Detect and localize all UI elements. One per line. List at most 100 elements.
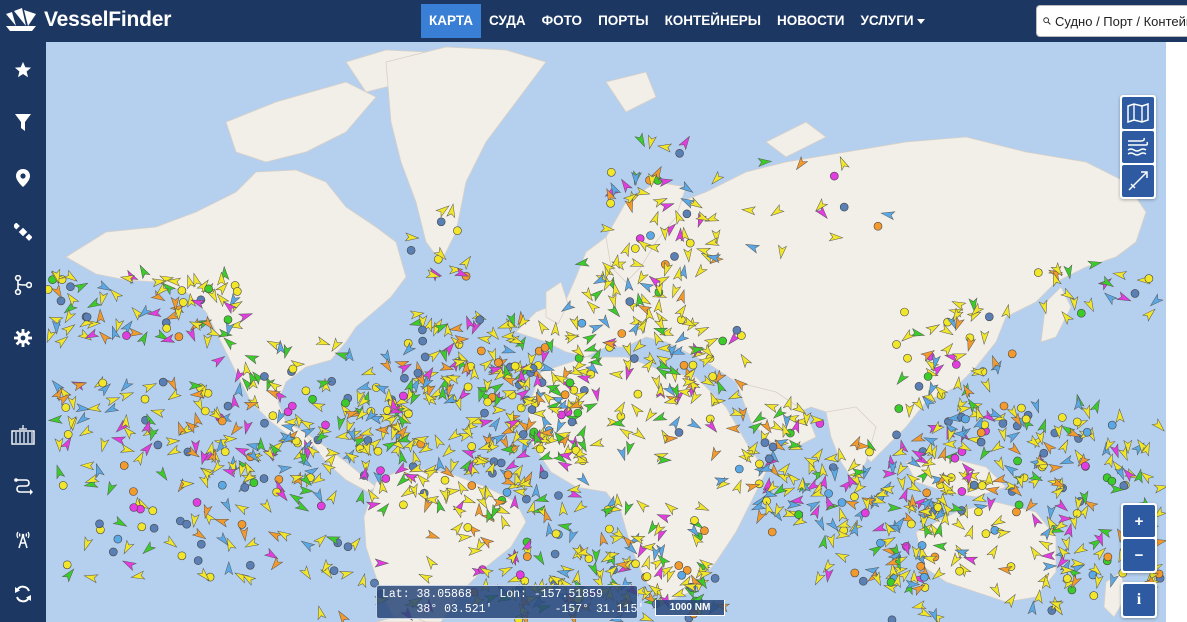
moored-vessel-marker[interactable] [503, 470, 513, 480]
moored-vessel-marker[interactable] [475, 315, 485, 325]
moored-vessel-marker[interactable] [1007, 349, 1017, 359]
moored-vessel-marker[interactable] [220, 447, 230, 457]
moored-vessel-marker[interactable] [440, 475, 450, 485]
moored-vessel-marker[interactable] [483, 397, 493, 407]
moored-vessel-marker[interactable] [1130, 289, 1140, 298]
moored-vessel-marker[interactable] [969, 480, 979, 490]
moored-vessel-marker[interactable] [951, 360, 961, 369]
moored-vessel-marker[interactable] [1063, 574, 1072, 583]
vessel-marker[interactable] [1148, 293, 1164, 309]
moored-vessel-marker[interactable] [894, 404, 904, 413]
vessel-marker[interactable] [1072, 542, 1089, 556]
moored-vessel-marker[interactable] [1013, 456, 1022, 466]
moored-vessel-marker[interactable] [237, 520, 247, 529]
moored-vessel-marker[interactable] [557, 410, 566, 420]
vessel-marker[interactable] [75, 403, 91, 414]
world-map[interactable] [46, 42, 1166, 622]
vessel-marker[interactable] [86, 297, 102, 311]
vessel-marker[interactable] [224, 560, 234, 576]
vessel-marker[interactable] [73, 280, 89, 294]
vessel-marker[interactable] [128, 327, 144, 338]
moored-vessel-marker[interactable] [824, 489, 833, 498]
vessel-marker[interactable] [189, 389, 205, 399]
vessel-marker[interactable] [489, 380, 505, 395]
vessel-marker[interactable] [1027, 600, 1037, 616]
moored-vessel-marker[interactable] [718, 336, 728, 346]
logo[interactable]: VesselFinder [4, 5, 171, 35]
vessel-marker[interactable] [299, 565, 314, 581]
vessel-marker[interactable] [96, 308, 106, 324]
moored-vessel-marker[interactable] [535, 444, 545, 454]
moored-vessel-marker[interactable] [981, 529, 991, 539]
vessel-marker[interactable] [440, 443, 456, 460]
moored-vessel-marker[interactable] [82, 312, 92, 322]
moored-vessel-marker[interactable] [95, 519, 104, 529]
vessel-marker[interactable] [1151, 418, 1166, 434]
vessel-marker[interactable] [1102, 290, 1119, 306]
moored-vessel-marker[interactable] [710, 573, 720, 583]
vessel-marker[interactable] [379, 358, 395, 374]
moored-vessel-marker[interactable] [61, 403, 71, 412]
vessel-marker[interactable] [210, 353, 227, 368]
vessel-marker[interactable] [498, 564, 514, 578]
vessel-marker[interactable] [132, 450, 147, 466]
vessel-marker[interactable] [501, 344, 517, 356]
vessel-marker[interactable] [1097, 526, 1113, 539]
vessel-marker[interactable] [63, 269, 79, 284]
vessel-marker[interactable] [1081, 404, 1093, 420]
moored-vessel-marker[interactable] [62, 560, 72, 570]
moored-vessel-marker[interactable] [476, 346, 486, 356]
moored-vessel-marker[interactable] [174, 332, 184, 342]
moored-vessel-marker[interactable] [957, 487, 967, 496]
vessel-marker[interactable] [140, 541, 157, 557]
vessel-marker[interactable] [656, 343, 672, 353]
moored-vessel-marker[interactable] [577, 318, 587, 328]
vessel-marker[interactable] [834, 550, 850, 564]
moored-vessel-marker[interactable] [494, 358, 503, 367]
vessel-marker[interactable] [86, 403, 102, 414]
moored-vessel-marker[interactable] [406, 246, 416, 255]
vessel-marker[interactable] [1037, 418, 1050, 434]
vessel-marker[interactable] [597, 531, 609, 547]
moored-vessel-marker[interactable] [860, 508, 870, 518]
moored-vessel-marker[interactable] [916, 561, 926, 571]
moored-vessel-marker[interactable] [675, 149, 684, 158]
moored-vessel-marker[interactable] [463, 382, 473, 392]
vessel-marker[interactable] [357, 573, 369, 589]
vessel-marker[interactable] [62, 308, 77, 325]
moored-vessel-marker[interactable] [260, 372, 269, 381]
moored-vessel-marker[interactable] [858, 576, 868, 586]
vessel-marker[interactable] [446, 428, 463, 443]
moored-vessel-marker[interactable] [218, 480, 227, 490]
vessel-marker[interactable] [409, 309, 425, 320]
moored-vessel-marker[interactable] [259, 474, 269, 483]
vessel-marker[interactable] [488, 416, 503, 432]
moored-vessel-marker[interactable] [1012, 507, 1021, 517]
moored-vessel-marker[interactable] [554, 491, 563, 500]
moored-vessel-marker[interactable] [288, 401, 297, 411]
moored-vessel-marker[interactable] [919, 572, 929, 582]
vessel-marker[interactable] [119, 443, 136, 456]
port-calls-button[interactable] [0, 415, 46, 455]
vessel-marker[interactable] [360, 366, 377, 379]
vessel-marker[interactable] [325, 489, 339, 505]
vessel-marker[interactable] [165, 437, 181, 447]
vessel-marker[interactable] [79, 461, 95, 471]
vessel-marker[interactable] [486, 326, 502, 342]
info-button[interactable]: i [1123, 584, 1155, 616]
moored-vessel-marker[interactable] [950, 453, 960, 463]
moored-vessel-marker[interactable] [900, 307, 909, 317]
vessel-marker[interactable] [191, 411, 203, 428]
vessel-marker[interactable] [775, 470, 792, 484]
vessel-marker[interactable] [534, 493, 550, 505]
vessel-marker[interactable] [129, 305, 145, 321]
vessel-marker[interactable] [1115, 408, 1125, 423]
zoom-in-button[interactable]: + [1123, 505, 1155, 537]
vessel-marker[interactable] [476, 334, 493, 345]
moored-vessel-marker[interactable] [700, 526, 709, 536]
moored-vessel-marker[interactable] [837, 498, 847, 507]
moored-vessel-marker[interactable] [906, 519, 916, 529]
moored-vessel-marker[interactable] [550, 549, 560, 559]
moored-vessel-marker[interactable] [1039, 448, 1049, 458]
wind-layer-button[interactable] [1122, 131, 1154, 163]
